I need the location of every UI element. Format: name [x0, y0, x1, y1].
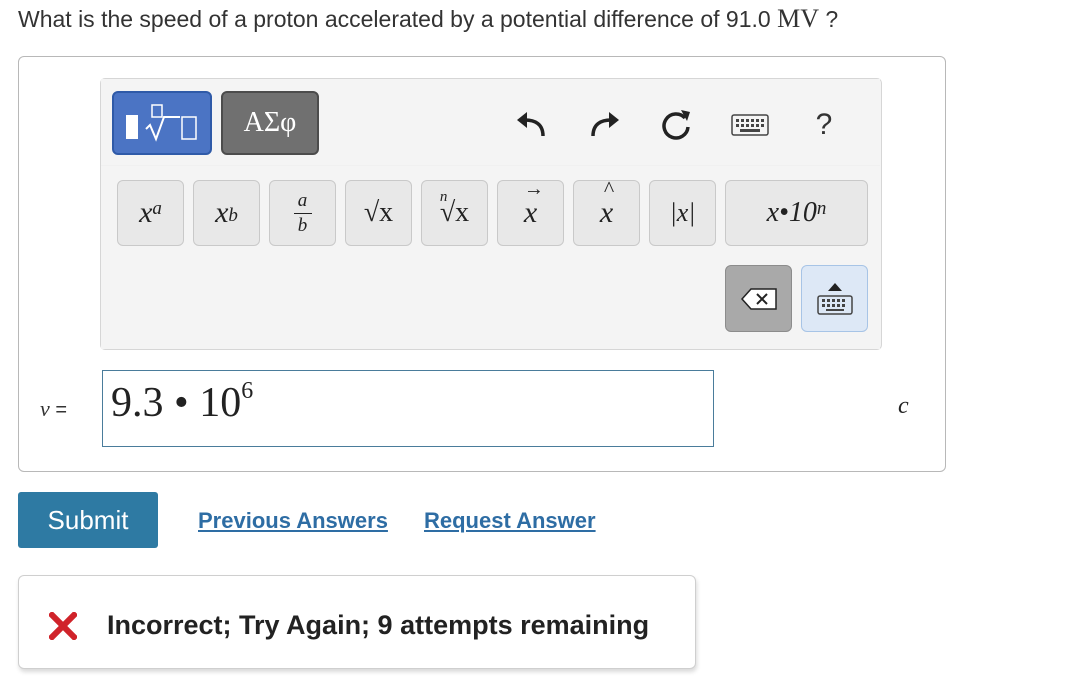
subscript-sub: b	[228, 205, 238, 226]
subscript-key[interactable]: xb	[193, 180, 260, 246]
question-text: What is the speed of a proton accelerate…	[18, 4, 838, 34]
answer-exponent: 6	[241, 378, 254, 404]
question-suffix: ?	[818, 6, 839, 32]
answer-mantissa: 9.3 • 10	[111, 380, 242, 426]
fraction-glyph: a b	[293, 189, 312, 236]
vector-arrow: →	[523, 178, 544, 200]
sci-label: x•10	[766, 197, 817, 228]
abs-label: |x|	[669, 198, 696, 227]
superscript-key[interactable]: xa	[117, 180, 184, 246]
nthroot-key[interactable]: n √x	[421, 180, 488, 246]
redo-icon[interactable]	[585, 105, 625, 145]
question-unit: MV	[777, 4, 819, 33]
answer-unit: c	[898, 393, 909, 419]
undo-icon[interactable]	[511, 105, 551, 145]
hat-mark: ^	[603, 176, 615, 201]
question-body: What is the speed of a proton accelerate…	[18, 6, 778, 32]
superscript-base: x	[139, 196, 153, 229]
templates-mode-button[interactable]	[112, 91, 212, 155]
answer-input[interactable]: 9.3 • 106	[102, 370, 714, 447]
variable-symbol: v	[40, 396, 50, 421]
help-button[interactable]: ?	[804, 105, 844, 145]
equals-sign: =	[55, 399, 68, 421]
keyboard-icon[interactable]	[730, 105, 770, 145]
sci-exp: n	[816, 198, 827, 219]
request-answer-link[interactable]: Request Answer	[424, 508, 596, 534]
backspace-key[interactable]	[725, 265, 792, 332]
fraction-bar	[293, 212, 312, 214]
greek-mode-button[interactable]: ΑΣφ	[221, 91, 319, 155]
palette-toolbar: ΑΣφ ?	[101, 79, 880, 165]
submit-button[interactable]: Submit	[18, 492, 158, 548]
superscript-exp: a	[152, 198, 162, 219]
sci-notation-key[interactable]: x•10 n	[725, 180, 868, 246]
fraction-denominator: b	[297, 214, 308, 236]
caret-up-icon	[827, 282, 842, 291]
abs-key[interactable]: |x|	[649, 180, 716, 246]
backspace-icon	[740, 287, 777, 310]
variable-label: v =	[40, 396, 67, 422]
incorrect-icon	[49, 612, 77, 640]
fraction-key[interactable]: a b	[269, 180, 336, 246]
nthroot-index: n	[439, 189, 448, 205]
fraction-numerator: a	[297, 189, 308, 211]
subscript-base: x	[215, 196, 229, 229]
hat-key[interactable]: ^ x	[573, 176, 640, 246]
math-palette: ΑΣφ ? x a x b a b √x n √x → x ^ x |x| x•…	[100, 78, 882, 350]
keyboard-small-icon	[816, 294, 853, 315]
sqrt-key[interactable]: √x	[345, 180, 412, 246]
reset-icon[interactable]	[656, 105, 696, 145]
vector-key[interactable]: → x	[497, 178, 564, 246]
toggle-keyboard-key[interactable]	[801, 265, 868, 332]
previous-answers-link[interactable]: Previous Answers	[198, 508, 388, 534]
feedback-text: Incorrect; Try Again; 9 attempts remaini…	[107, 610, 650, 640]
templates-icon	[126, 104, 197, 142]
sqrt-label: √x	[363, 197, 394, 228]
feedback-box: Incorrect; Try Again; 9 attempts remaini…	[18, 575, 696, 669]
